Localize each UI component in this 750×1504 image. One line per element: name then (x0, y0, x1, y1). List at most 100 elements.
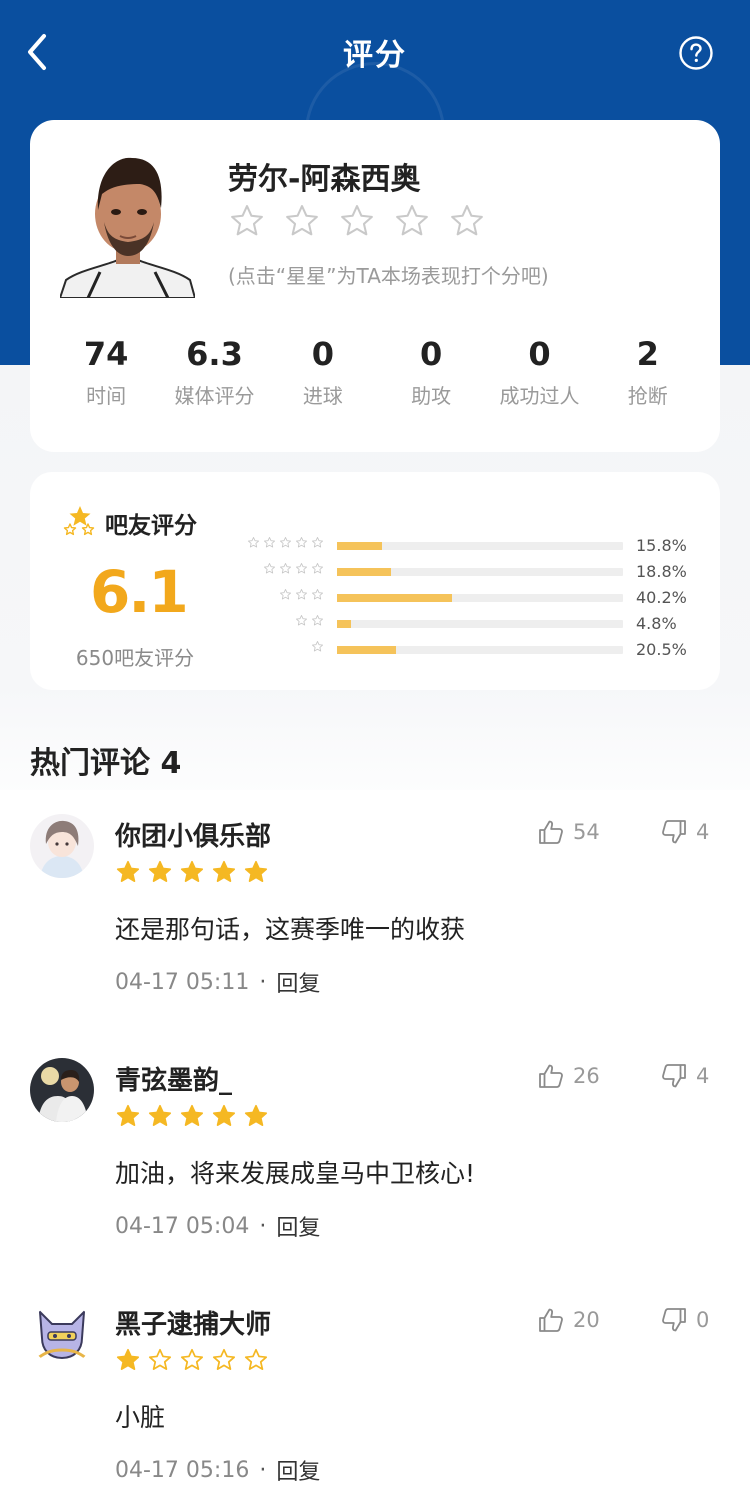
comment-item: 青弦墨韵_ 加油，将来发展成皇马中卫核心! 04-17 05:04 · 回复 2… (0, 1058, 750, 1288)
stat-value: 6.3 (186, 335, 243, 373)
user-avatar[interactable] (30, 1302, 94, 1366)
like-count: 20 (573, 1308, 600, 1332)
star-filled-icon (116, 1104, 140, 1126)
small-star-icon (279, 562, 292, 574)
small-star-icon (295, 614, 308, 626)
dislike-button[interactable]: 4 (660, 1062, 709, 1090)
thumbs-up-icon (539, 1064, 563, 1088)
small-star-icon (295, 536, 308, 548)
like-count: 54 (573, 820, 600, 844)
question-circle-icon (679, 36, 713, 70)
comment-time: 04-17 05:11 (115, 969, 250, 995)
stat-label: 成功过人 (499, 384, 580, 408)
dislike-count: 4 (696, 1064, 710, 1088)
distribution-fill (337, 542, 383, 550)
distribution-stars (295, 614, 324, 627)
user-avatar[interactable] (30, 814, 94, 878)
distribution-row-3-stars: 40.2% (240, 586, 700, 612)
small-star-icon (311, 640, 324, 652)
thumbs-up-icon (539, 1308, 563, 1332)
stat-label: 时间 (86, 384, 127, 408)
star-filled-icon (244, 860, 268, 882)
distribution-percent: 15.8% (636, 536, 687, 555)
thumbs-down-icon (662, 820, 686, 844)
comment-meta: 04-17 05:04 · 回复 (115, 1210, 320, 1242)
distribution-percent: 40.2% (636, 588, 687, 607)
thumbs-up-icon (539, 820, 563, 844)
comment-text: 还是那句话，这赛季唯一的收获 (115, 915, 466, 944)
fan-rating-score: 6.1 (90, 558, 189, 626)
comment-time: 04-17 05:04 (115, 1213, 250, 1239)
comment-username[interactable]: 青弦墨韵_ (115, 1060, 232, 1097)
star-filled-icon (148, 1104, 172, 1126)
stat-label: 媒体评分 (174, 384, 255, 408)
comment-stars (115, 1103, 269, 1129)
rate-star-4-icon[interactable] (393, 202, 431, 240)
distribution-row-5-stars: 15.8% (240, 534, 700, 560)
star-filled-icon (244, 1104, 268, 1126)
stars-icon (63, 506, 95, 536)
stat-value: 2 (636, 335, 659, 373)
small-star-icon (247, 536, 260, 548)
star-filled-icon (180, 860, 204, 882)
fan-rating-card: 吧友评分 6.1 650吧友评分 15.8% 18.8% 40.2% 4.8% … (30, 472, 720, 690)
star-outline-icon (244, 1348, 268, 1370)
small-star-icon (295, 562, 308, 574)
like-button[interactable]: 54 (537, 818, 600, 846)
small-star-icon (311, 536, 324, 548)
rate-star-1-icon[interactable] (228, 202, 266, 240)
star-filled-icon (212, 1104, 236, 1126)
distribution-track (337, 646, 623, 654)
stat-label: 进球 (302, 384, 343, 408)
comment-username[interactable]: 黑子逮捕大师 (115, 1304, 271, 1341)
star-filled-icon (180, 1104, 204, 1126)
comment-text: 小脏 (115, 1403, 166, 1432)
star-filled-icon (212, 860, 236, 882)
reply-button[interactable]: 回复 (276, 1210, 320, 1242)
page-title: 评分 (343, 38, 407, 73)
stat-tackles: 2 抢断 (594, 334, 702, 409)
dislike-button[interactable]: 0 (660, 1306, 709, 1334)
rate-star-2-icon[interactable] (283, 202, 321, 240)
player-card: 劳尔-阿森西奥 (点击“星星”为TA本场表现打个分吧) 74 时间 6.3 媒体… (30, 120, 720, 452)
small-star-icon (311, 588, 324, 600)
distribution-fill (337, 646, 396, 654)
separator-dot: · (259, 969, 267, 995)
rate-star-3-icon[interactable] (338, 202, 376, 240)
star-filled-icon (116, 1348, 140, 1370)
player-stats: 74 时间 6.3 媒体评分 0 进球 0 助攻 0 成功过人 2 抢断 (52, 334, 702, 409)
thumbs-down-icon (662, 1308, 686, 1332)
comment-time: 04-17 05:16 (115, 1457, 250, 1483)
fan-rating-title: 吧友评分 (105, 513, 197, 539)
star-outline-icon (212, 1348, 236, 1370)
distribution-stars (247, 536, 324, 549)
distribution-stars (311, 640, 324, 653)
small-star-icon (279, 588, 292, 600)
reply-button[interactable]: 回复 (276, 1454, 320, 1486)
help-button[interactable] (678, 35, 714, 71)
rate-star-5-icon[interactable] (448, 202, 486, 240)
player-name: 劳尔-阿森西奥 (228, 162, 421, 197)
stat-value: 0 (420, 335, 443, 373)
stat-label: 助攻 (411, 384, 452, 408)
comment-text: 加油，将来发展成皇马中卫核心! (115, 1159, 476, 1188)
like-count: 26 (573, 1064, 600, 1088)
comment-username[interactable]: 你团小俱乐部 (115, 816, 271, 853)
dislike-button[interactable]: 4 (660, 818, 709, 846)
comment-item: 黑子逮捕大师 小脏 04-17 05:16 · 回复 20 0 (0, 1302, 750, 1504)
distribution-stars (279, 588, 324, 601)
rating-hint: (点击“星星”为TA本场表现打个分吧) (228, 264, 549, 288)
like-button[interactable]: 20 (537, 1306, 600, 1334)
stat-value: 74 (83, 335, 129, 373)
rating-stars (228, 202, 486, 240)
small-star-icon (279, 536, 292, 548)
distribution-track (337, 620, 623, 628)
user-avatar[interactable] (30, 1058, 94, 1122)
stat-label: 抢断 (627, 384, 668, 408)
comment-meta: 04-17 05:16 · 回复 (115, 1454, 320, 1486)
thumbs-down-icon (662, 1064, 686, 1088)
like-button[interactable]: 26 (537, 1062, 600, 1090)
star-filled-icon (148, 860, 172, 882)
reply-button[interactable]: 回复 (276, 966, 320, 998)
stat-value: 0 (528, 335, 551, 373)
